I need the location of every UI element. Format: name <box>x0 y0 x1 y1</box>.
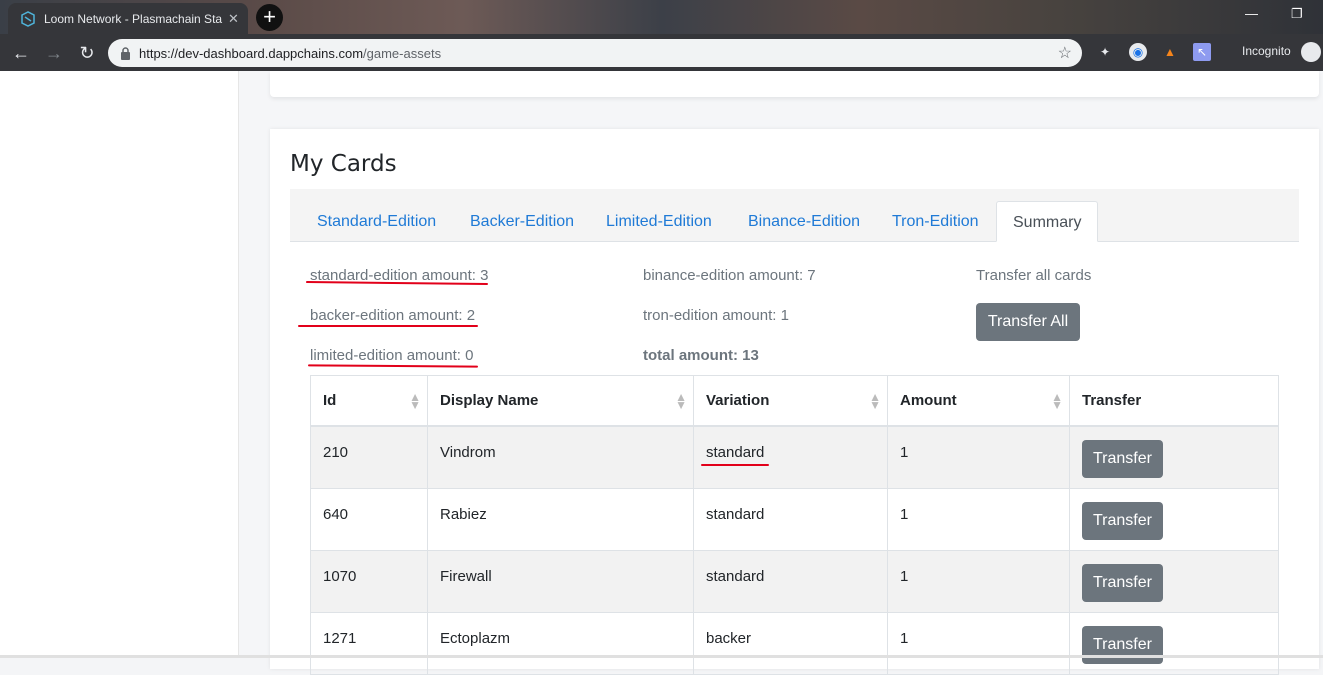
tab-limited-edition[interactable]: Limited-Edition <box>606 213 712 231</box>
column-header-transfer: Transfer <box>1069 375 1279 427</box>
tab-tron-edition[interactable]: Tron-Edition <box>892 213 979 231</box>
sidebar <box>0 71 239 658</box>
forward-arrow-icon[interactable]: → <box>43 42 65 64</box>
minimize-icon[interactable]: — <box>1245 6 1258 21</box>
column-header-variation[interactable]: Variation ▲ ▼ <box>693 375 888 427</box>
incognito-icon[interactable] <box>1301 42 1321 62</box>
variation-value: standard <box>706 444 765 461</box>
cards-table: Id ▲ ▼ Display Name ▲ ▼ Variation ▲ ▼ Amount ▲ ▼… <box>310 375 1279 675</box>
column-header-amount[interactable]: Amount ▲ ▼ <box>887 375 1070 427</box>
page-title: My Cards <box>290 151 397 177</box>
browser-toolbar: ← → ↻ https://dev-dashboard.dappchains.c… <box>0 34 1323 71</box>
cell-amount: 1 <box>887 487 1070 551</box>
cell-id: 640 <box>310 487 428 551</box>
cell-variation: standard <box>693 549 888 613</box>
cell-display-name: Rabiez <box>427 487 694 551</box>
bookmark-star-icon[interactable]: ☆ <box>1058 43 1072 63</box>
sort-icon[interactable]: ▲ ▼ <box>1051 391 1063 411</box>
edition-tabs: Standard-Edition Backer-Edition Limited-… <box>290 189 1299 242</box>
cell-display-name: Vindrom <box>427 425 694 489</box>
cell-transfer: Transfer <box>1069 549 1279 613</box>
cell-id: 1070 <box>310 549 428 613</box>
transfer-button[interactable]: Transfer <box>1082 501 1163 540</box>
transfer-all-button[interactable]: Transfer All <box>976 303 1080 341</box>
tron-edition-amount: tron-edition amount: 1 <box>643 307 789 324</box>
column-header-display-name[interactable]: Display Name ▲ ▼ <box>427 375 694 427</box>
tab-standard-edition[interactable]: Standard-Edition <box>317 213 436 231</box>
tab-backer-edition[interactable]: Backer-Edition <box>470 213 574 231</box>
cell-id: 1271 <box>310 611 428 675</box>
column-header-label: Id <box>323 392 337 409</box>
column-header-label: Display Name <box>440 392 539 409</box>
window-titlebar: Loom Network - Plasmachain Sta ✕ + — ❐ <box>0 0 1323 34</box>
extension-lens-icon[interactable]: ◉ <box>1129 43 1147 61</box>
cell-transfer: Transfer <box>1069 611 1279 675</box>
new-tab-button[interactable]: + <box>256 4 283 31</box>
transfer-button[interactable]: Transfer <box>1082 440 1163 478</box>
sort-icon[interactable]: ▲ ▼ <box>675 391 687 411</box>
metamask-fox-icon[interactable]: ▲ <box>1161 43 1179 61</box>
annotation-underline <box>307 364 479 368</box>
sort-icon[interactable]: ▲ ▼ <box>409 391 421 411</box>
column-header-id[interactable]: Id ▲ ▼ <box>310 375 428 427</box>
incognito-label: Incognito <box>1242 44 1291 58</box>
binance-edition-amount: binance-edition amount: 7 <box>643 267 816 284</box>
table-header-row: Id ▲ ▼ Display Name ▲ ▼ Variation ▲ ▼ Amount ▲ ▼… <box>310 375 1279 427</box>
extension-puzzle-icon[interactable]: ✦ <box>1096 43 1114 61</box>
tab-close-icon[interactable]: ✕ <box>228 11 239 27</box>
cell-amount: 1 <box>887 549 1070 613</box>
backer-edition-amount: backer-edition amount: 2 <box>310 307 476 324</box>
back-arrow-icon[interactable]: ← <box>10 42 32 64</box>
table-row: 210 Vindrom standard 1 Transfer <box>310 425 1279 489</box>
column-header-label: Amount <box>900 392 957 409</box>
transfer-all-label: Transfer all cards <box>976 267 1092 284</box>
cell-variation: standard <box>693 425 888 489</box>
table-row: 1271 Ectoplazm backer 1 Transfer <box>310 611 1279 675</box>
table-row: 1070 Firewall standard 1 Transfer <box>310 549 1279 613</box>
cell-variation: standard <box>693 487 888 551</box>
loom-favicon-icon <box>20 10 36 27</box>
my-cards-panel: My Cards Standard-Edition Backer-Edition… <box>270 129 1319 675</box>
limited-edition-amount: limited-edition amount: 0 <box>310 347 474 364</box>
reload-icon[interactable]: ↻ <box>76 42 98 64</box>
cell-transfer: Transfer <box>1069 425 1279 489</box>
page-body: My Cards Standard-Edition Backer-Edition… <box>0 71 1323 675</box>
sort-icon[interactable]: ▲ ▼ <box>869 391 881 411</box>
url-base: https://dev-dashboard.dappchains.com <box>139 45 364 61</box>
cell-id: 210 <box>310 425 428 489</box>
extension-cursor-icon[interactable]: ↖ <box>1193 43 1211 61</box>
previous-card-bottom <box>270 71 1319 97</box>
maximize-icon[interactable]: ❐ <box>1291 6 1303 22</box>
annotation-underline <box>701 464 769 466</box>
table-row: 640 Rabiez standard 1 Transfer <box>310 487 1279 551</box>
browser-tab[interactable]: Loom Network - Plasmachain Sta ✕ <box>8 3 248 34</box>
column-header-label: Transfer <box>1082 392 1142 409</box>
annotation-underline <box>298 325 478 327</box>
cell-transfer: Transfer <box>1069 487 1279 551</box>
address-bar[interactable]: https://dev-dashboard.dappchains.com/gam… <box>108 39 1082 67</box>
tab-summary[interactable]: Summary <box>996 201 1099 242</box>
cell-display-name: Firewall <box>427 549 694 613</box>
column-header-label: Variation <box>706 392 770 409</box>
transfer-button[interactable]: Transfer <box>1082 563 1163 602</box>
tab-binance-edition[interactable]: Binance-Edition <box>748 213 860 231</box>
cell-variation: backer <box>693 611 888 675</box>
cell-amount: 1 <box>887 611 1070 675</box>
cell-amount: 1 <box>887 425 1070 489</box>
tab-title: Loom Network - Plasmachain Sta <box>44 11 223 26</box>
lock-icon <box>120 46 131 60</box>
cell-display-name: Ectoplazm <box>427 611 694 675</box>
url-path: /game-assets <box>363 45 442 61</box>
total-amount: total amount: 13 <box>643 347 759 364</box>
